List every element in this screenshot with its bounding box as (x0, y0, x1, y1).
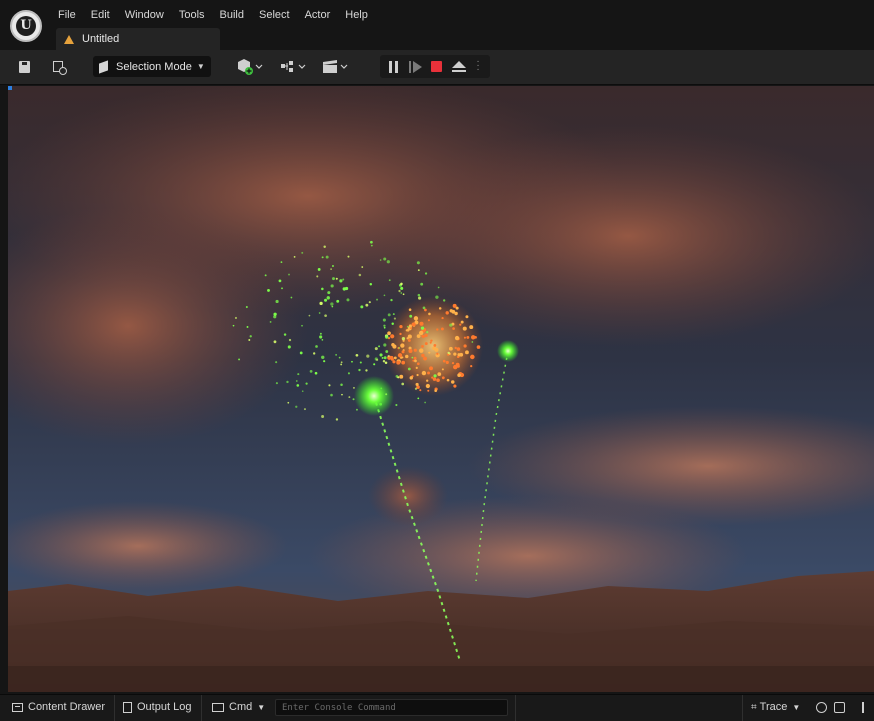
more-options-icon[interactable]: · · · (475, 57, 481, 75)
content-drawer-icon (12, 702, 23, 712)
level-icon (64, 34, 74, 44)
play-controls: · · · (380, 55, 490, 78)
cmd-dropdown[interactable]: Cmd ▼ (212, 701, 265, 713)
divider (114, 695, 115, 721)
derived-data-button[interactable] (816, 702, 827, 713)
save-icon[interactable] (16, 58, 34, 76)
output-log-label: Output Log (137, 701, 192, 713)
firework-burst-orange (383, 296, 483, 396)
menu-select[interactable]: Select (251, 6, 297, 24)
source-control-icon (834, 702, 845, 713)
menu-window[interactable]: Window (117, 6, 171, 24)
divider (742, 695, 743, 721)
viewport-scene (8, 86, 874, 692)
cmd-label: Cmd (229, 701, 253, 713)
pause-icon[interactable] (388, 61, 399, 73)
firework-rocket-head-left (354, 376, 394, 416)
menu-file[interactable]: File (50, 6, 83, 24)
chevron-down-icon: ▼ (257, 702, 266, 712)
status-bar: Content Drawer Output Log Cmd ▼ ⌗ Trace … (0, 694, 874, 721)
trace-icon: ⌗ (751, 701, 757, 713)
chevron-down-icon: ▼ (196, 62, 205, 71)
chevron-down-icon (340, 64, 348, 69)
level-tab[interactable]: Untitled (56, 28, 220, 50)
content-drawer-label: Content Drawer (28, 701, 106, 713)
divider (515, 695, 516, 721)
main-menu: File Edit Window Tools Build Select Acto… (50, 6, 375, 24)
settings-button[interactable] (862, 702, 870, 713)
selection-mode-dropdown[interactable]: Selection Mode ▼ (93, 56, 211, 77)
menu-tools[interactable]: Tools (171, 6, 212, 24)
stop-icon[interactable] (431, 61, 442, 72)
viewport-focus-marker (8, 86, 12, 90)
blueprint-graph-icon[interactable] (281, 61, 293, 72)
toolbar-dropdowns (238, 59, 348, 75)
menu-build[interactable]: Build (212, 6, 251, 24)
browse-blueprint-icon[interactable] (51, 58, 69, 76)
title-bar: U File Edit Window Tools Build Select Ac… (0, 0, 874, 50)
unreal-logo[interactable]: U (10, 10, 42, 42)
settings-icon (862, 702, 870, 713)
mode-cube-icon (99, 59, 108, 74)
output-log-button[interactable]: Output Log (123, 701, 191, 713)
unreal-logo-letter: U (16, 16, 36, 36)
output-log-icon (123, 701, 132, 713)
firework-rocket-head-right (497, 340, 519, 362)
chevron-down-icon (255, 64, 263, 69)
level-tab-title: Untitled (82, 33, 120, 45)
step-frame-icon[interactable] (409, 61, 423, 73)
level-viewport[interactable] (8, 86, 874, 692)
add-actor-icon[interactable] (238, 59, 253, 75)
selection-mode-label: Selection Mode (116, 60, 192, 73)
content-drawer-button[interactable]: Content Drawer (12, 701, 105, 713)
trace-dropdown[interactable]: ⌗ Trace ▼ (751, 701, 800, 713)
cinematics-clapper-icon[interactable] (323, 60, 337, 73)
chevron-down-icon (298, 64, 306, 69)
menu-help[interactable]: Help (337, 6, 375, 24)
eject-icon[interactable] (452, 61, 466, 73)
derived-data-icon (816, 702, 827, 713)
divider (201, 695, 202, 721)
console-command-input[interactable] (275, 699, 508, 716)
source-control-button[interactable] (834, 702, 845, 713)
menu-edit[interactable]: Edit (83, 6, 117, 24)
trace-label: Trace (759, 701, 788, 713)
chevron-down-icon: ▼ (792, 702, 801, 712)
terminal-icon (212, 702, 224, 712)
menu-actor[interactable]: Actor (297, 6, 338, 24)
